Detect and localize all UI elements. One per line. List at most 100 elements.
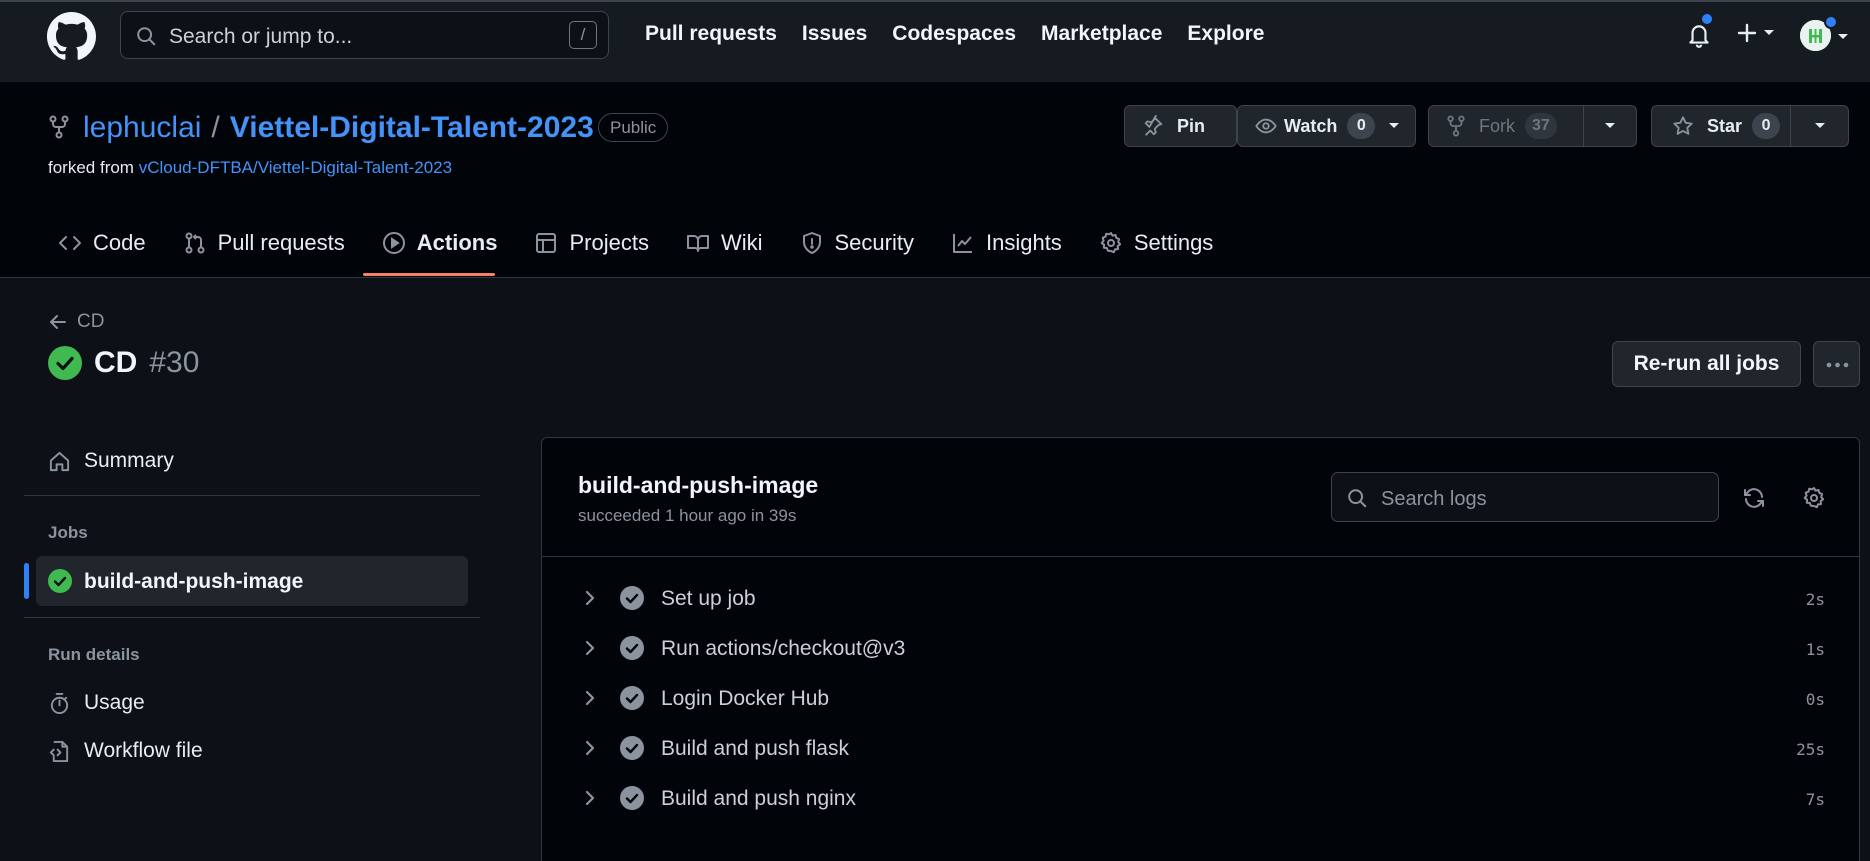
star-lists-dropdown[interactable] xyxy=(1790,105,1849,147)
tab-projects[interactable]: Projects xyxy=(534,223,649,263)
chevron-down-icon[interactable] xyxy=(1836,32,1850,42)
fork-options-dropdown[interactable] xyxy=(1583,105,1637,147)
run-name: CD xyxy=(94,346,138,379)
chevron-right-icon xyxy=(582,639,598,657)
fork-count: 37 xyxy=(1525,113,1557,139)
check-circle-fill-icon xyxy=(620,736,644,760)
check-circle-fill-icon xyxy=(620,686,644,710)
step-row[interactable]: Run actions/checkout@v3 1s xyxy=(542,623,1859,673)
star-icon xyxy=(1673,116,1693,135)
rerun-all-jobs-button[interactable]: Re-run all jobs xyxy=(1612,341,1801,387)
tab-security[interactable]: Security xyxy=(800,223,914,263)
job-log-panel: build-and-push-image succeeded 1 hour ag… xyxy=(541,437,1860,861)
stopwatch-icon xyxy=(50,692,69,714)
notification-dot xyxy=(1700,12,1714,26)
star-count: 0 xyxy=(1752,113,1781,139)
play-icon xyxy=(382,232,405,254)
step-duration: 7s xyxy=(1805,790,1825,809)
global-header: Search or jump to... / Pull requests Iss… xyxy=(0,0,1870,82)
plus-icon xyxy=(1737,23,1757,43)
pull-request-icon xyxy=(185,232,205,254)
forked-from-text: forked from vCloud-DFTBA/Viettel-Digital… xyxy=(48,158,452,178)
sidebar-job-label: build-and-push-image xyxy=(84,570,304,593)
check-circle-fill-icon xyxy=(620,586,644,610)
pin-button[interactable]: Pin xyxy=(1124,105,1237,147)
chevron-down-icon xyxy=(1389,123,1400,128)
global-search-input[interactable]: Search or jump to... / xyxy=(120,11,609,59)
step-row[interactable]: Build and push nginx 7s xyxy=(542,773,1859,823)
repo-tabs: Code Pull requests Actions Projects Wiki… xyxy=(58,223,1250,263)
tab-code[interactable]: Code xyxy=(58,223,146,263)
tab-wiki[interactable]: Wiki xyxy=(686,223,763,263)
tab-label: Insights xyxy=(985,230,1062,255)
step-row[interactable]: Set up job 2s xyxy=(542,573,1859,623)
repo-name-link[interactable]: Viettel-Digital-Talent-2023 xyxy=(230,111,594,145)
sidebar-workflow-file-label: Workflow file xyxy=(84,739,203,762)
nav-marketplace[interactable]: Marketplace xyxy=(1041,22,1162,46)
repo-forked-icon xyxy=(1447,115,1465,137)
sync-icon[interactable] xyxy=(1742,486,1766,510)
watch-button[interactable]: Watch 0 xyxy=(1237,105,1416,147)
code-icon xyxy=(59,236,81,250)
chevron-down-icon xyxy=(1764,30,1774,35)
nav-pull-requests[interactable]: Pull requests xyxy=(645,22,777,46)
nav-codespaces[interactable]: Codespaces xyxy=(892,22,1016,46)
arrow-left-icon xyxy=(50,315,66,329)
tab-pull-requests[interactable]: Pull requests xyxy=(183,223,345,263)
sidebar-workflow-file[interactable]: Workflow file xyxy=(48,739,203,763)
watch-label: Watch xyxy=(1284,115,1338,136)
run-title: CD #30 xyxy=(48,346,199,380)
sidebar-usage[interactable]: Usage xyxy=(48,691,145,715)
step-duration: 0s xyxy=(1805,690,1825,709)
repo-owner-link[interactable]: lephuclai xyxy=(83,111,201,145)
sidebar-job-build-and-push-image[interactable]: build-and-push-image xyxy=(36,556,468,606)
step-name: Set up job xyxy=(661,587,756,610)
tab-label: Settings xyxy=(1133,230,1214,255)
step-duration: 2s xyxy=(1805,590,1825,609)
run-more-options-button[interactable] xyxy=(1813,341,1860,387)
step-duration: 1s xyxy=(1805,640,1825,659)
eye-icon xyxy=(1255,118,1277,134)
step-name: Login Docker Hub xyxy=(661,687,830,710)
sidebar-summary-label: Summary xyxy=(84,449,174,472)
sidebar-divider xyxy=(24,495,480,496)
step-name: Build and push flask xyxy=(661,737,849,760)
avatar-status-dot xyxy=(1824,15,1838,29)
search-logs-input[interactable]: Search logs xyxy=(1331,472,1719,522)
step-row[interactable]: Login Docker Hub 0s xyxy=(542,673,1859,723)
book-icon xyxy=(686,235,709,252)
run-details-heading: Run details xyxy=(48,645,140,664)
tab-actions[interactable]: Actions xyxy=(382,223,498,263)
sidebar-divider xyxy=(24,617,480,618)
forked-from-label: forked from xyxy=(48,158,134,177)
tab-label: Actions xyxy=(416,230,498,255)
shield-icon xyxy=(802,232,821,254)
star-label: Star xyxy=(1707,115,1743,136)
step-row[interactable]: Build and push flask 25s xyxy=(542,723,1859,773)
tab-insights[interactable]: Insights xyxy=(951,223,1062,263)
gear-icon[interactable] xyxy=(1802,486,1826,510)
github-logo-icon[interactable] xyxy=(47,12,96,61)
fork-button[interactable]: Fork 37 xyxy=(1428,105,1607,147)
run-number: #30 xyxy=(149,346,200,379)
tab-label: Code xyxy=(93,230,146,255)
back-to-workflow-link[interactable]: CD xyxy=(48,311,104,333)
sidebar-summary[interactable]: Summary xyxy=(48,449,174,473)
tab-label: Security xyxy=(834,230,914,255)
check-circle-fill-icon xyxy=(620,786,644,810)
nav-explore[interactable]: Explore xyxy=(1187,22,1264,46)
tab-settings[interactable]: Settings xyxy=(1099,223,1214,263)
pin-label: Pin xyxy=(1177,115,1206,136)
chevron-down-icon xyxy=(1814,123,1825,128)
file-code-icon xyxy=(49,740,69,762)
search-icon xyxy=(1346,487,1368,509)
panel-divider xyxy=(542,556,1859,557)
chevron-right-icon xyxy=(582,789,598,807)
gear-icon xyxy=(1100,232,1121,254)
repo-forked-icon xyxy=(48,115,70,139)
forked-from-link[interactable]: vCloud-DFTBA/Viettel-Digital-Talent-2023 xyxy=(139,158,452,177)
star-button[interactable]: Star 0 xyxy=(1651,105,1791,147)
create-new-dropdown[interactable] xyxy=(1736,22,1776,44)
selected-job-indicator xyxy=(24,563,29,599)
nav-issues[interactable]: Issues xyxy=(802,22,867,46)
